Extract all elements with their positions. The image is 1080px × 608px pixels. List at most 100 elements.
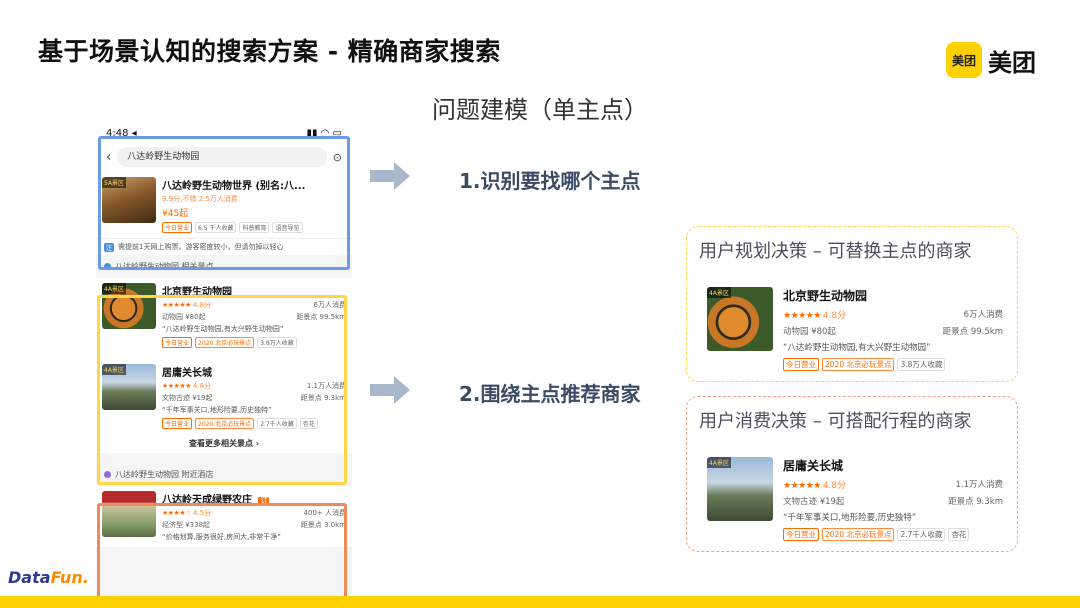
scenic-level-tag: 4A景区 xyxy=(707,457,731,468)
category-price: 文物古迹 ¥19起 xyxy=(783,497,845,507)
great-wall-image: 4A景区 xyxy=(707,457,773,521)
related-card[interactable]: 4A景区 居庸关长城 ★★★★★ 4.8分 1.1万人消费 文物古迹 ¥19起 距… xyxy=(96,359,352,434)
distance: 距景点 9.3km xyxy=(948,497,1003,507)
distance: 距景点 99.5km xyxy=(296,313,346,321)
consume-count: 6万人消费 xyxy=(963,310,1003,320)
consume-count: 6万人消费 xyxy=(313,301,346,309)
back-arrow-icon[interactable]: ‹ xyxy=(106,150,111,165)
score: 4.8分 xyxy=(192,382,212,390)
hotel-card[interactable]: 八达岭天成绿野农庄 订 ★★★★☆ 4.5分 400+ 人消费 经济型 ¥338起… xyxy=(96,486,352,547)
hotel-header-text: 八达岭野生动物园 附近酒店 xyxy=(115,470,214,479)
distance: 距景点 99.5km xyxy=(942,327,1003,337)
footer-bar xyxy=(0,596,1080,608)
meituan-logo-badge: 美团 xyxy=(946,42,982,78)
star-rating-icon: ★★★★☆ xyxy=(162,509,191,517)
notice-badge: 注 xyxy=(104,242,115,252)
review-quote: “千年军事关口,地形险要,历史独特” xyxy=(162,406,272,414)
chip: 3.8万人收藏 xyxy=(897,358,946,371)
notice-text: 需提前1天网上购票。游客密度较小，但请勿掉以轻心 xyxy=(118,243,284,251)
chip: 2020 北京必玩景点 xyxy=(822,358,895,371)
chip: 今日营业 xyxy=(162,222,193,233)
datafun-logo: DataFun. xyxy=(8,568,89,587)
chip: 今日营业 xyxy=(783,528,819,541)
step-1-label: 1.识别要找哪个主点 xyxy=(459,169,641,193)
chip: 2020 北京必玩景点 xyxy=(195,418,255,429)
status-time: 4:48 ◂ xyxy=(106,128,137,139)
main-result-rating: 3.9分,不错 2.5万人消费 xyxy=(162,195,238,203)
consume-count: 1.1万人消费 xyxy=(955,480,1003,490)
star-rating-icon: ★★★★★ xyxy=(162,301,191,309)
panel-title: 用户规划决策 – 可替换主点的商家 xyxy=(699,241,972,262)
review-quote: “八达岭野生动物园,有大兴野生动物园” xyxy=(162,325,284,333)
map-pin-icon[interactable]: ⊙ xyxy=(333,151,342,164)
related-card[interactable]: 4A景区 北京野生动物园 ★★★★★ 4.8分 6万人消费 动物园 ¥80起 距景… xyxy=(96,278,352,353)
search-input[interactable]: 八达岭野生动物园 xyxy=(117,147,327,167)
score: 4.8分 xyxy=(822,311,847,321)
great-wall-image: 4A景区 xyxy=(102,364,156,410)
hotel-name-row: 八达岭天成绿野农庄 订 xyxy=(162,491,346,506)
scenic-level-tag: 5A景区 xyxy=(102,177,126,188)
panel-merchant-card[interactable]: 4A景区 北京野生动物园 ★★★★★ 4.8分 6万人消费 动物园 ¥80起 距景… xyxy=(707,287,1003,371)
category-price: 动物园 ¥80起 xyxy=(162,313,206,321)
chip: 杏花 xyxy=(948,528,970,541)
booking-badge: 订 xyxy=(258,497,270,505)
notice-bar: 注 需提前1天网上购票。游客密度较小，但请勿掉以轻心 xyxy=(96,238,352,255)
main-result-price: ¥45起 xyxy=(162,209,189,219)
slide-subtitle: 问题建模（单主点） xyxy=(432,96,648,124)
distance: 距景点 9.3km xyxy=(300,394,346,402)
meituan-logo: 美团 美团 xyxy=(946,42,1036,78)
tiger-image: 4A景区 xyxy=(707,287,773,351)
chip: 语音导览 xyxy=(272,222,303,233)
consume-count: 400+ 人消费 xyxy=(303,509,346,517)
right-arrow-icon xyxy=(370,376,410,404)
hotel-name: 八达岭天成绿野农庄 xyxy=(162,495,252,506)
panel-title: 用户消费决策 – 可搭配行程的商家 xyxy=(699,411,972,432)
chip: 2020 北京必玩景点 xyxy=(195,337,255,348)
related-header-text: 八达岭野生动物园 相关景点 xyxy=(115,262,214,271)
datafun-logo-accent: Fun. xyxy=(50,568,89,587)
related-name: 居庸关长城 xyxy=(162,368,212,379)
chip: 今日营业 xyxy=(783,358,819,371)
score: 4.8分 xyxy=(192,301,212,309)
right-arrow-icon xyxy=(370,162,410,190)
slide-title: 基于场景认知的搜索方案 - 精确商家搜索 xyxy=(38,37,501,66)
category-price: 文物古迹 ¥19起 xyxy=(162,394,213,402)
chips: 今日营业 2020 北京必玩景点 2.7千人收藏 杏花 xyxy=(783,528,1003,541)
main-result-chips: 今日营业 6.5 千人收藏 科普教育 语音导览 xyxy=(162,222,346,233)
merchant-name: 北京野生动物园 xyxy=(783,289,868,303)
chip: 6.5 千人收藏 xyxy=(195,222,237,233)
chips: 今日营业 2020 北京必玩景点 3.8万人收藏 xyxy=(162,337,346,348)
star-rating-icon: ★★★★★ xyxy=(162,382,191,390)
chips: 今日营业 2020 北京必玩景点 2.7千人收藏 杏花 xyxy=(162,418,346,429)
planning-decision-panel: 用户规划决策 – 可替换主点的商家 4A景区 北京野生动物园 ★★★★★ 4.8分… xyxy=(686,226,1018,382)
farm-image xyxy=(102,491,156,537)
category-price: 经济型 ¥338起 xyxy=(162,521,211,529)
lion-image: 5A景区 xyxy=(102,177,156,223)
main-result-card[interactable]: 5A景区 八达岭野生动物世界 (别名:八... 3.9分,不错 2.5万人消费 … xyxy=(96,172,352,238)
review-quote: “八达岭野生动物园,有大兴野生动物园” xyxy=(783,343,931,353)
chip: 今日营业 xyxy=(162,418,193,429)
status-icons: ▮▮ ◠ ▭ xyxy=(306,128,342,139)
tiger-image: 4A景区 xyxy=(102,283,156,329)
main-result-name: 八达岭野生动物世界 (别名:八... xyxy=(162,181,306,192)
chip: 今日营业 xyxy=(162,337,193,348)
panel-merchant-card[interactable]: 4A景区 居庸关长城 ★★★★★ 4.8分 1.1万人消费 文物古迹 ¥19起 距… xyxy=(707,457,1003,541)
meituan-logo-word: 美团 xyxy=(988,48,1036,77)
score: 4.5分 xyxy=(192,509,212,517)
consume-count: 1.1万人消费 xyxy=(306,382,346,390)
step-2-label: 2.围绕主点推荐商家 xyxy=(459,382,641,406)
scenic-level-tag: 4A景区 xyxy=(707,287,731,298)
review-quote: “千年军事关口,地形险要,历史独特” xyxy=(783,513,917,523)
chip: 2.7千人收藏 xyxy=(257,418,297,429)
hotel-dot-icon xyxy=(104,471,111,478)
datafun-logo-main: Data xyxy=(8,568,51,587)
chip: 科普教育 xyxy=(239,222,270,233)
merchant-name: 居庸关长城 xyxy=(783,459,844,473)
chip: 3.8万人收藏 xyxy=(257,337,297,348)
distance: 距景点 3.0km xyxy=(300,521,346,529)
chips: 今日营业 2020 北京必玩景点 3.8万人收藏 xyxy=(783,358,1003,371)
phone-screenshot: 4:48 ◂ ▮▮ ◠ ▭ ‹ 八达岭野生动物园 ⊙ 5A景区 八达岭野生动物世… xyxy=(96,128,352,608)
category-price: 动物园 ¥80起 xyxy=(783,327,836,337)
location-dot-icon xyxy=(104,263,111,270)
more-related-link[interactable]: 查看更多相关景点 › xyxy=(96,434,352,453)
